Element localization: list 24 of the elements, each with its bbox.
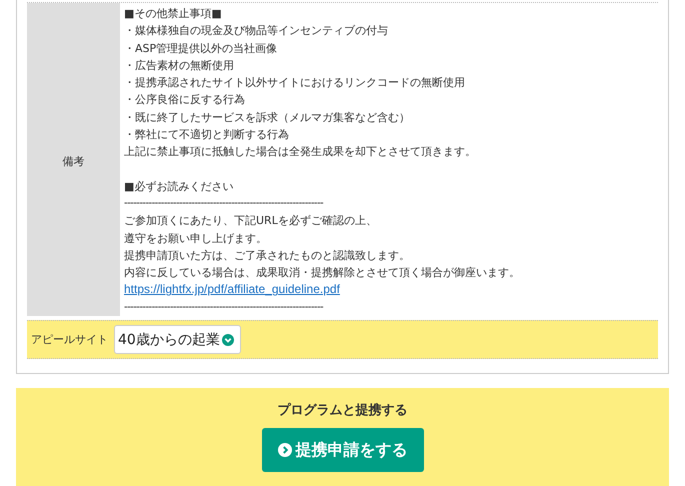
apply-button[interactable]: 提携申請をする <box>262 428 424 472</box>
remark-line: ・媒体様独自の現金及び物品等インセンティブの付与 <box>124 23 388 40</box>
remark-line: ご参加頂くにあたり、下記URLを必ずご確認の上、 <box>124 213 377 230</box>
remark-line: ・弊社にて不適切と判断する行為 <box>124 127 289 144</box>
remark-line: ・公序良俗に反する行為 <box>124 92 245 108</box>
remark-line: 遵守をお願い申し上げます。 <box>124 230 267 247</box>
cta-title: プログラムと提携する <box>278 402 408 420</box>
chevron-down-icon <box>222 334 234 346</box>
remark-line: ■必ずお読みください <box>124 178 234 195</box>
guideline-link[interactable]: https://lightfx.jp/pdf/affiliate_guideline.pdf <box>124 281 340 299</box>
chevron-right-icon <box>278 443 292 458</box>
dashed-rule-text: ----------------------------------------------------------------- <box>124 196 324 211</box>
remark-line: ・広告素材の無断使用 <box>124 58 234 74</box>
remark-line: 上記に禁止事項に抵触した場合は全発生成果を却下とさせて頂きます。 <box>124 144 476 160</box>
dashed-rule-text: ----------------------------------------------------------------- <box>124 300 324 315</box>
remark-line: ・提携承認されたサイト以外サイトにおけるリンクコードの無断使用 <box>124 75 465 92</box>
site-select[interactable]: 40歳からの起業 <box>114 325 241 354</box>
remark-line: ■その他禁止事項■ <box>124 6 222 22</box>
remark-line: 内容に反している場合は、成果取消・提携解除とさせて頂く場合が御座います。 <box>124 265 520 282</box>
row-label: 備考 <box>27 3 120 316</box>
remark-line: ・既に終了したサービスを訴求（メルマガ集客など含む） <box>124 110 410 126</box>
row-label: アピールサイト <box>30 332 109 348</box>
remark-line: ・ASP管理提供以外の当社画像 <box>124 40 278 57</box>
remark-line: 提携申請頂いた方は、ご了承されたものと認識致します。 <box>124 248 410 264</box>
